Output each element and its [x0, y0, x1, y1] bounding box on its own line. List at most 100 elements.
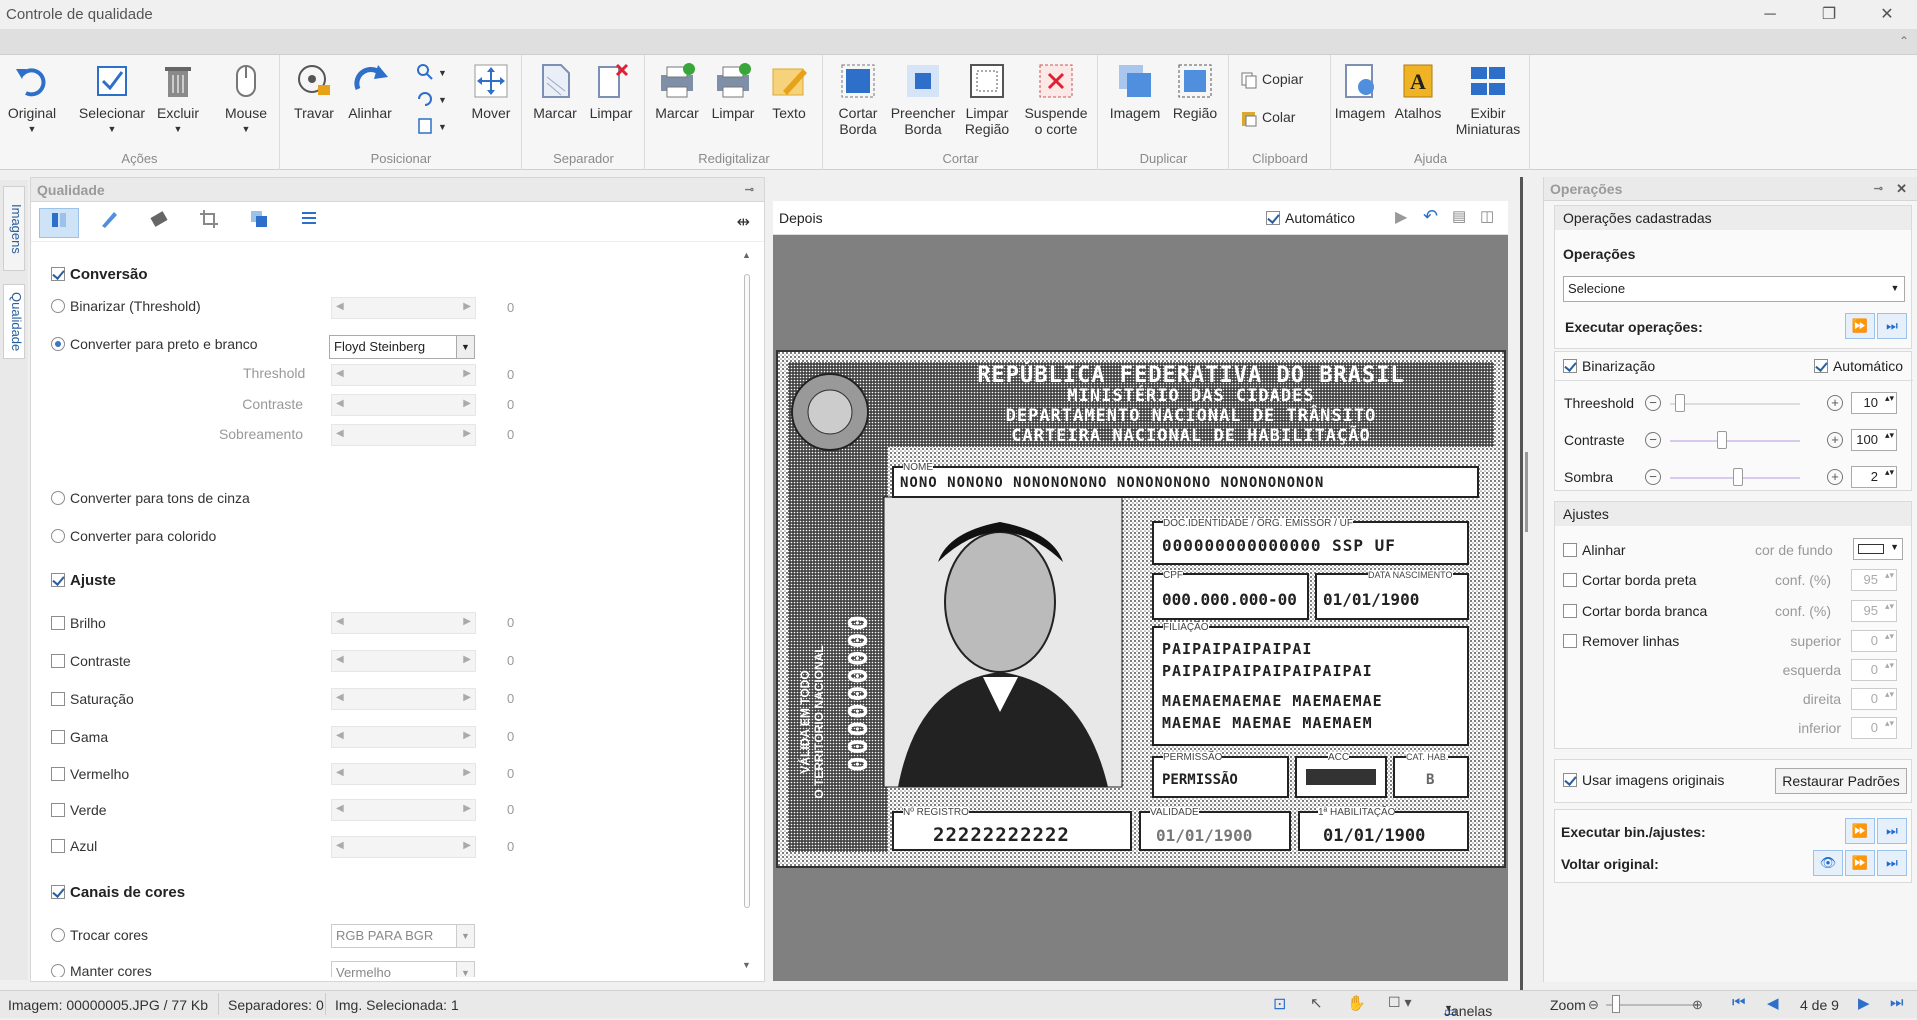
ajuste-checkbox[interactable]: Ajuste — [51, 572, 116, 589]
fit-zoom-icon[interactable]: ⊡ — [1273, 994, 1286, 1014]
tool-conversion-icon[interactable] — [39, 208, 79, 238]
panel-view-icon[interactable]: ◫ — [1480, 207, 1494, 225]
atalhos-button[interactable]: A Atalhos — [1392, 61, 1444, 121]
manter-cores-radio[interactable]: Manter cores — [51, 963, 152, 977]
exec-bin-all-button[interactable]: ⏭ — [1877, 818, 1907, 844]
restaurar-padroes-button[interactable]: Restaurar Padrões — [1775, 768, 1907, 794]
contraste-ajuste-checkbox[interactable]: Contraste — [51, 653, 131, 669]
duplicar-imagem-button[interactable]: Imagem — [1107, 61, 1163, 121]
contraste-minus-icon[interactable]: − — [1645, 432, 1661, 448]
contraste-track[interactable] — [1670, 440, 1800, 442]
tons-cinza-radio[interactable]: Converter para tons de cinza — [51, 490, 250, 506]
azul-slider[interactable] — [331, 836, 476, 858]
saturacao-checkbox[interactable]: Saturação — [51, 691, 134, 707]
mouse-button[interactable]: Mouse ▼ — [220, 61, 272, 137]
limpar-separador-button[interactable]: Limpar — [585, 61, 637, 121]
exec-bin-step-button[interactable]: ⏩ — [1845, 818, 1875, 844]
threshold-track[interactable] — [1670, 403, 1800, 405]
borda-branca-spin[interactable]: 95 — [1851, 600, 1897, 622]
threshold-minus-icon[interactable]: − — [1645, 395, 1661, 411]
restore-button[interactable]: ❐ — [1806, 2, 1852, 27]
close-button[interactable]: ✕ — [1864, 2, 1910, 27]
exibir-miniaturas-button[interactable]: Exibir Miniaturas — [1450, 61, 1526, 137]
sombra-spin[interactable]: 2 — [1851, 466, 1897, 488]
selecionar-button[interactable]: Selecionar ▼ — [78, 61, 146, 137]
borda-branca-checkbox[interactable]: Cortar borda branca — [1563, 603, 1707, 619]
tool-brush-icon[interactable] — [89, 208, 129, 238]
direita-spin[interactable]: 0 — [1851, 688, 1897, 710]
splitter[interactable] — [1513, 177, 1538, 982]
trocar-cores-radio[interactable]: Trocar cores — [51, 927, 148, 943]
cor-fundo-picker[interactable]: ▼ — [1853, 538, 1903, 560]
verde-checkbox[interactable]: Verde — [51, 802, 107, 818]
threshold-knob[interactable] — [1675, 394, 1685, 412]
tab-imagens[interactable]: Imagens — [3, 186, 25, 271]
threshold-plus-icon[interactable]: + — [1827, 395, 1843, 411]
last-page-icon[interactable]: ⏭ — [1890, 994, 1904, 1011]
collapse-ribbon-icon[interactable]: ⌃ — [1899, 34, 1909, 48]
travar-button[interactable]: Travar — [289, 61, 339, 121]
ajuda-imagem-button[interactable]: Imagem — [1332, 61, 1388, 121]
vermelho-checkbox[interactable]: Vermelho — [51, 766, 129, 782]
sobreamento-slider[interactable] — [331, 424, 476, 446]
view-original-button[interactable]: 👁 — [1813, 850, 1843, 876]
contraste-slider[interactable] — [331, 394, 476, 416]
execute-step-button[interactable]: ⏩ — [1845, 313, 1875, 339]
tool-layers-icon[interactable] — [239, 208, 279, 238]
contraste-plus-icon[interactable]: + — [1827, 432, 1843, 448]
duplicar-regiao-button[interactable]: Região — [1167, 61, 1223, 121]
colar-button[interactable]: Colar — [1240, 109, 1295, 127]
quality-scrollbar[interactable]: ▲ ▼ — [742, 250, 752, 970]
sombra-minus-icon[interactable]: − — [1645, 469, 1661, 485]
contraste-ajuste-slider[interactable] — [331, 650, 476, 672]
borda-preta-spin[interactable]: 95 — [1851, 569, 1897, 591]
pin-icon[interactable]: ⊸ — [1874, 177, 1883, 201]
tool-eraser-icon[interactable] — [139, 208, 179, 238]
gama-slider[interactable] — [331, 726, 476, 748]
minimize-button[interactable]: ─ — [1747, 2, 1793, 27]
suspende-corte-button[interactable]: Suspende o corte — [1020, 61, 1092, 137]
split-view-icon[interactable]: ⇹ — [737, 212, 750, 232]
drag-tool-icon[interactable]: ☐ ▾ — [1388, 994, 1411, 1011]
azul-checkbox[interactable]: Azul — [51, 838, 97, 854]
remover-linhas-checkbox[interactable]: Remover linhas — [1563, 633, 1679, 649]
original-button[interactable]: Original ▼ — [6, 61, 58, 137]
tab-qualidade[interactable]: Qualidade — [3, 284, 25, 359]
viewer-auto-checkbox[interactable]: Automático — [1266, 210, 1355, 226]
zoom-tool-button[interactable]: ▼ — [416, 63, 447, 81]
zoom-out-icon[interactable]: ⊖ — [1588, 997, 1599, 1013]
marcar-redigitalizar-button[interactable]: Marcar — [652, 61, 702, 121]
page-tool-button[interactable]: ▼ — [416, 117, 447, 135]
manter-cores-select[interactable]: Vermelho ▼ — [331, 961, 475, 977]
borda-preta-checkbox[interactable]: Cortar borda preta — [1563, 572, 1696, 588]
execute-all-button[interactable]: ⏭ — [1877, 313, 1907, 339]
alinhar-checkbox[interactable]: Alinhar — [1563, 542, 1626, 558]
play-icon[interactable]: ▶ — [1395, 207, 1407, 227]
texto-button[interactable]: Texto — [764, 61, 814, 121]
gama-checkbox[interactable]: Gama — [51, 729, 108, 745]
next-page-icon[interactable]: ▶ — [1858, 994, 1870, 1012]
tool-crop-icon[interactable] — [189, 208, 229, 238]
colorido-radio[interactable]: Converter para colorido — [51, 528, 216, 544]
sombra-plus-icon[interactable]: + — [1827, 469, 1843, 485]
undo-small-icon[interactable]: ↶ — [1423, 206, 1438, 227]
brilho-slider[interactable] — [331, 612, 476, 634]
operacoes-select[interactable]: Selecione ▼ — [1563, 276, 1905, 302]
voltar-step-button[interactable]: ⏩ — [1845, 850, 1875, 876]
limpar-redigitalizar-button[interactable]: Limpar — [708, 61, 758, 121]
binarizacao-checkbox[interactable]: Binarização — [1563, 358, 1655, 374]
verde-slider[interactable] — [331, 799, 476, 821]
marcar-separador-button[interactable]: Marcar — [529, 61, 581, 121]
zoom-knob[interactable] — [1612, 995, 1620, 1013]
vermelho-slider[interactable] — [331, 763, 476, 785]
threshold-slider[interactable] — [331, 364, 476, 386]
canais-checkbox[interactable]: Canais de cores — [51, 884, 185, 901]
inferior-spin[interactable]: 0 — [1851, 717, 1897, 739]
trocar-cores-select[interactable]: RGB PARA BGR ▼ — [331, 924, 475, 948]
contraste-knob[interactable] — [1717, 431, 1727, 449]
first-page-icon[interactable]: ⏮ — [1732, 994, 1746, 1011]
pointer-icon[interactable]: ↖ — [1310, 994, 1323, 1012]
dither-select[interactable]: Floyd Steinberg ▼ — [329, 335, 475, 359]
limpar-regiao-button[interactable]: Limpar Região — [958, 61, 1016, 137]
usar-originais-checkbox[interactable]: Usar imagens originais — [1563, 772, 1724, 788]
